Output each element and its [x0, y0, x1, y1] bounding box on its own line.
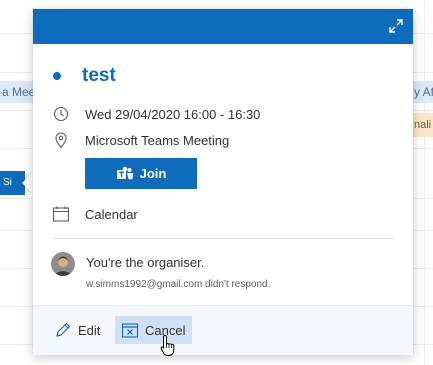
join-teams-button[interactable]: Join — [85, 158, 197, 189]
grid-line — [424, 0, 425, 365]
edit-button-label: Edit — [78, 322, 101, 338]
cancel-calendar-icon — [121, 321, 139, 339]
attendee-response: w.simms1992@gmail.com didn't respond. — [86, 279, 271, 290]
background-event-left[interactable]: a Meeti — [0, 81, 36, 103]
location-row: Microsoft Teams Meeting — [52, 129, 229, 151]
hand-pointer-icon — [160, 334, 178, 358]
event-title: test — [82, 65, 116, 86]
avatar — [51, 252, 75, 276]
event-location: Microsoft Teams Meeting — [85, 132, 230, 148]
divider — [53, 238, 393, 239]
calendar-icon — [52, 205, 70, 223]
event-datetime: Wed 29/04/2020 16:00 - 16:30 — [85, 106, 261, 122]
background-event-orange[interactable]: nali — [410, 113, 433, 137]
event-details-popup: test Wed 29/04/2020 16:00 - 16:30 Micros… — [33, 9, 413, 355]
popup-header — [33, 9, 413, 44]
category-dot — [53, 72, 61, 80]
edit-button[interactable]: Edit — [48, 316, 106, 344]
organiser-status: You're the organiser. — [86, 255, 205, 270]
location-pin-icon — [52, 131, 70, 149]
datetime-row: Wed 29/04/2020 16:00 - 16:30 — [52, 103, 260, 125]
event-title-row: test — [53, 63, 116, 89]
popup-pointer — [22, 172, 33, 194]
join-button-label: Join — [139, 166, 167, 181]
teams-icon — [116, 166, 134, 182]
pencil-icon — [54, 321, 72, 339]
cancel-event-button[interactable]: Cancel — [115, 316, 193, 344]
calendar-row: Calendar — [52, 203, 138, 225]
background-event-right[interactable]: y Af — [410, 81, 433, 103]
popup-footer: Edit Cancel — [33, 305, 413, 355]
event-calendar-name: Calendar — [85, 206, 138, 222]
clock-icon — [52, 105, 70, 123]
expand-icon[interactable] — [387, 17, 405, 35]
